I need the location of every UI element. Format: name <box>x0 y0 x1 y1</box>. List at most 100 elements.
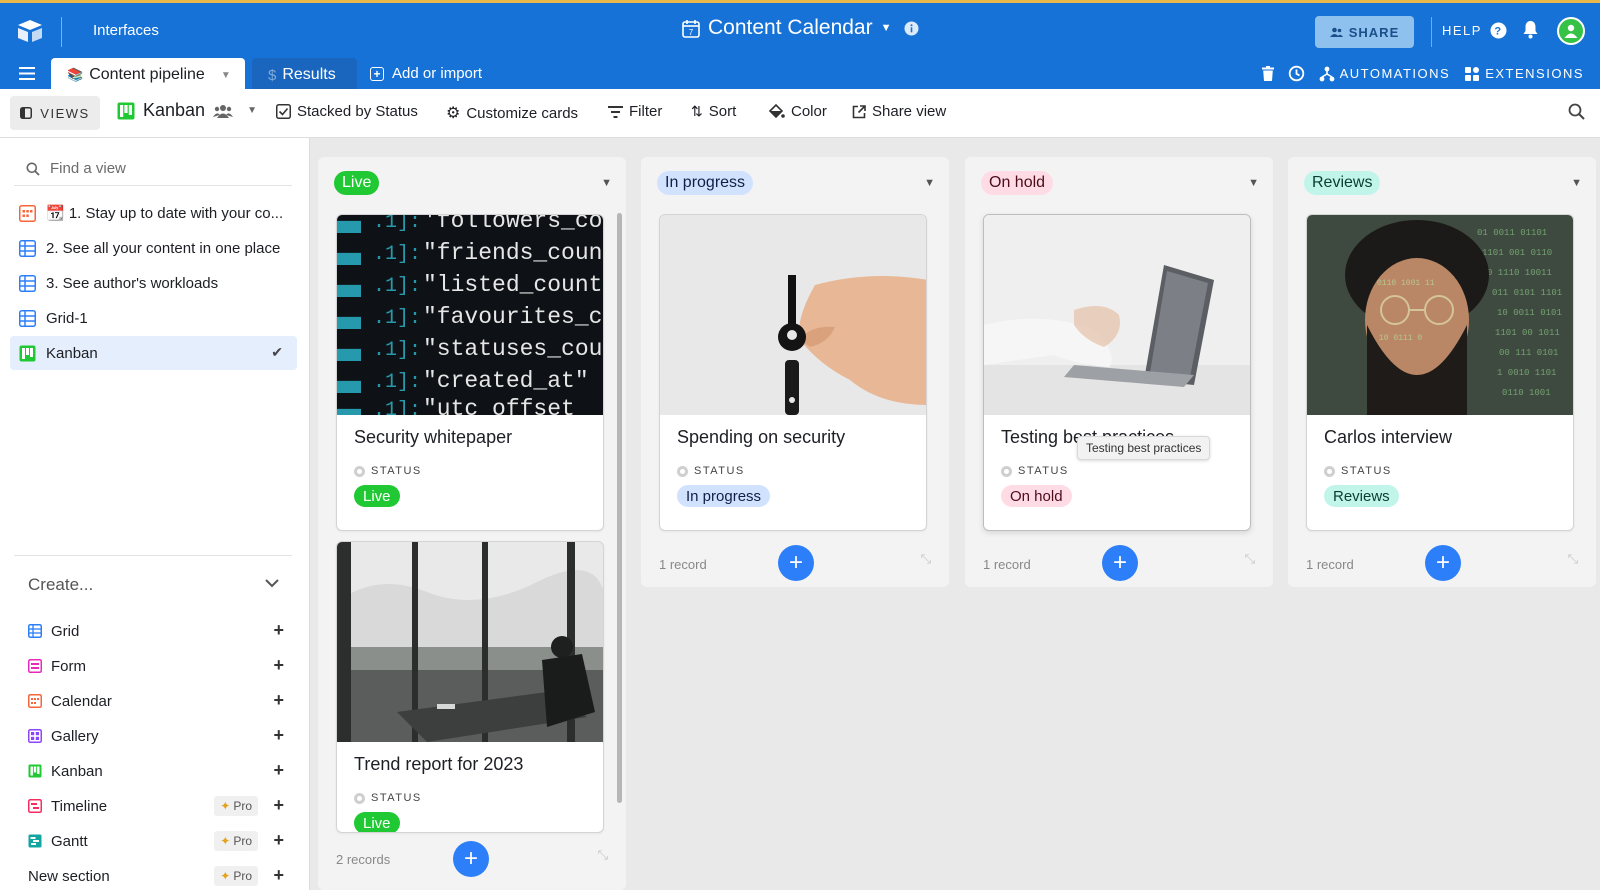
status-field-icon <box>1001 465 1012 477</box>
interfaces-link[interactable]: Interfaces <box>93 22 159 39</box>
create-gallery-item[interactable]: Gallery + <box>28 721 284 751</box>
history-icon[interactable] <box>1288 65 1305 82</box>
chevron-down-icon[interactable]: ▼ <box>1571 177 1582 189</box>
plus-icon[interactable]: + <box>273 655 284 676</box>
expand-icon[interactable]: ⤡ <box>598 847 608 863</box>
card-cover-image: 01 0011 01101 1101 001 0110 0 1110 10011 0… <box>1307 215 1573 415</box>
plus-icon[interactable]: + <box>273 620 284 641</box>
add-record-button[interactable]: + <box>453 841 489 877</box>
expand-icon[interactable]: ⤡ <box>921 551 931 567</box>
svg-text:00 111 0101: 00 111 0101 <box>1499 348 1558 358</box>
chevron-down-icon[interactable]: ▼ <box>881 22 892 34</box>
stacked-icon <box>276 104 291 119</box>
chevron-down-icon[interactable]: ▼ <box>221 70 231 81</box>
share-button[interactable]: SHARE <box>1315 16 1414 48</box>
customize-cards-button[interactable]: ⚙ Customize cards <box>446 103 578 123</box>
chevron-down-icon[interactable]: ▼ <box>1248 177 1259 189</box>
create-gantt-item[interactable]: Gantt ✦ Pro + <box>28 826 284 856</box>
filter-button[interactable]: Filter <box>608 103 662 120</box>
form-icon <box>28 659 42 673</box>
record-card[interactable]: Trend report for 2023 STATUS Live <box>336 541 604 833</box>
plus-icon[interactable]: + <box>273 795 284 816</box>
base-title[interactable]: 7 Content Calendar ▼ <box>682 16 919 40</box>
plus-icon[interactable]: + <box>273 690 284 711</box>
chevron-down-icon[interactable]: ▼ <box>247 105 257 116</box>
view-label: 2. See all your content in one place <box>46 239 281 257</box>
create-item-label: Gantt <box>51 832 88 850</box>
plus-icon[interactable]: + <box>273 760 284 781</box>
extensions-icon <box>1465 66 1480 81</box>
create-section-header[interactable]: Create... <box>28 575 93 595</box>
plus-box-icon: + <box>370 66 384 81</box>
chevron-down-icon[interactable]: ▼ <box>924 177 935 189</box>
svg-text:"utc_offset: "utc_offset <box>423 396 575 415</box>
status-field-icon <box>677 465 688 477</box>
current-view-name: Kanban <box>143 100 206 120</box>
record-card[interactable]: 01 0011 01101 1101 001 0110 0 1110 10011 0… <box>1306 214 1574 531</box>
share-view-button[interactable]: Share view <box>852 103 946 120</box>
expand-icon[interactable]: ⤡ <box>1568 551 1578 567</box>
hamburger-menu-icon[interactable] <box>19 67 35 80</box>
expand-icon[interactable]: ⤡ <box>1245 551 1255 567</box>
views-toggle-button[interactable]: VIEWS <box>10 96 100 130</box>
plus-icon[interactable]: + <box>273 725 284 746</box>
svg-text:"listed_count: "listed_count <box>423 272 602 298</box>
hand-key-image <box>660 215 926 415</box>
avatar[interactable] <box>1557 17 1585 45</box>
view-label: 3. See author's workloads <box>46 274 219 292</box>
trash-icon[interactable] <box>1261 66 1274 81</box>
record-card[interactable]: Spending on security STATUS In progress <box>659 214 927 531</box>
create-grid-item[interactable]: Grid + <box>28 616 284 646</box>
create-form-item[interactable]: Form + <box>28 651 284 681</box>
chevron-down-icon[interactable] <box>265 579 279 588</box>
sidebar-view-item[interactable]: Grid-1 <box>10 301 297 335</box>
find-view-search[interactable]: Find a view <box>14 152 292 186</box>
sidebar-view-item[interactable]: 2. See all your content in one place <box>10 231 297 265</box>
card-cover-image <box>337 542 603 742</box>
create-calendar-item[interactable]: Calendar + <box>28 686 284 716</box>
stacked-by-button[interactable]: Stacked by Status <box>276 103 418 120</box>
create-timeline-item[interactable]: Timeline ✦ Pro + <box>28 791 284 821</box>
column-scrollbar[interactable] <box>617 213 622 803</box>
current-view-selector[interactable]: Kanban ▼ <box>117 100 257 121</box>
view-label: 📆 1. Stay up to date with your co... <box>46 205 284 222</box>
tab-results[interactable]: $ Results <box>252 58 357 92</box>
record-card[interactable]: 'followers_count "friends_count "listed_… <box>336 214 604 531</box>
help-button[interactable]: HELP ? <box>1442 22 1507 39</box>
collaborative-users-icon <box>213 104 234 118</box>
add-record-button[interactable]: + <box>778 545 814 581</box>
search-icon[interactable] <box>1568 103 1585 120</box>
create-item-label: Timeline <box>51 797 108 815</box>
sidebar-view-item[interactable]: 3. See author's workloads <box>10 266 297 300</box>
sort-button[interactable]: ⇅ Sort <box>691 103 736 120</box>
tab-content-pipeline[interactable]: 📚 Content pipeline ▼ <box>51 58 245 92</box>
svg-text:▄▄ .1]:: ▄▄ .1]: <box>337 371 421 394</box>
plus-icon[interactable]: + <box>273 865 284 886</box>
record-card[interactable]: Testing best practices STATUS On hold <box>983 214 1251 531</box>
pro-badge: ✦ Pro <box>214 866 258 886</box>
svg-text:0110 1001: 0110 1001 <box>1502 388 1551 398</box>
add-record-button[interactable]: + <box>1425 545 1461 581</box>
extensions-button[interactable]: EXTENSIONS <box>1464 66 1584 82</box>
chevron-down-icon[interactable]: ▼ <box>601 177 612 189</box>
svg-text:1101 001 0110: 1101 001 0110 <box>1482 248 1552 258</box>
add-record-button[interactable]: + <box>1102 545 1138 581</box>
add-or-import-button[interactable]: + Add or import <box>370 65 482 82</box>
svg-text:01 0011 01101: 01 0011 01101 <box>1477 228 1547 238</box>
info-icon[interactable] <box>904 21 919 36</box>
status-label: STATUS <box>371 792 422 804</box>
automations-label: AUTOMATIONS <box>1339 66 1451 81</box>
svg-text:1 0010 1101: 1 0010 1101 <box>1497 368 1556 378</box>
create-kanban-item[interactable]: Kanban + <box>28 756 284 786</box>
automations-button[interactable]: AUTOMATIONS <box>1319 66 1451 82</box>
status-badge: In progress <box>677 485 771 507</box>
color-button[interactable]: Color <box>768 103 827 120</box>
plus-icon[interactable]: + <box>273 830 284 851</box>
create-new-section-item[interactable]: New section ✦ Pro + <box>28 861 284 890</box>
kanban-column-reviews: Reviews ▼ 01 0011 01101 1101 001 0110 0 11… <box>1288 157 1596 587</box>
sidebar-view-item[interactable]: 📆 1. Stay up to date with your co... <box>10 196 297 230</box>
sidebar-view-item-kanban[interactable]: Kanban ✔ <box>10 336 297 370</box>
bell-icon[interactable] <box>1522 20 1539 39</box>
airtable-logo-icon[interactable] <box>16 19 44 43</box>
calendar-icon: 7 <box>682 19 700 38</box>
